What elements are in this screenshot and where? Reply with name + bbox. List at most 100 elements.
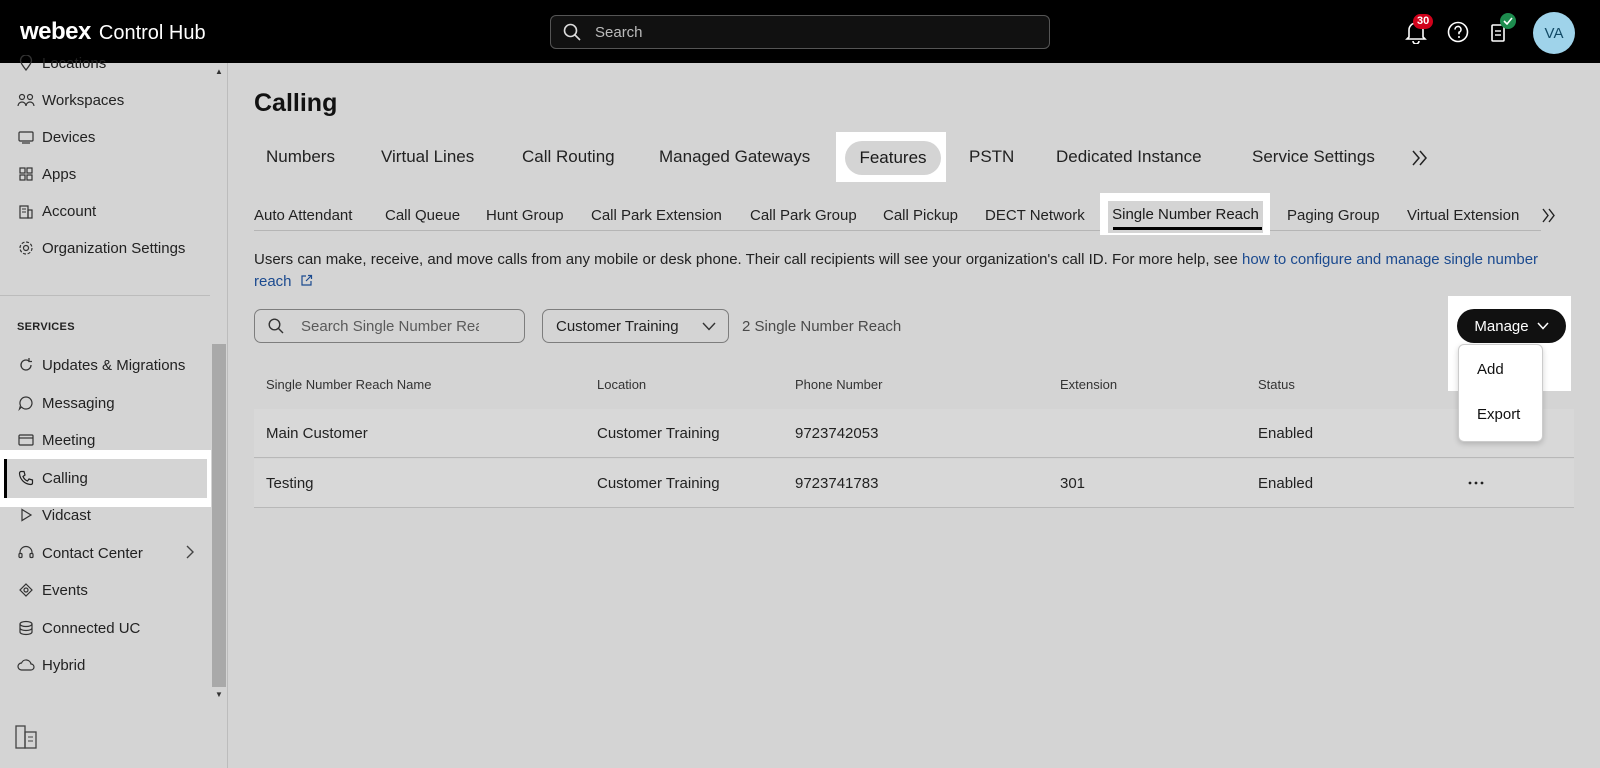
cell-extension: 301 [1060, 475, 1086, 492]
sidebar-item-hybrid[interactable]: Hybrid [0, 647, 207, 683]
meeting-icon [17, 431, 35, 449]
manage-button-label: Manage [1474, 317, 1529, 335]
menu-item-export[interactable]: Export [1477, 406, 1520, 423]
tab-virtual-lines[interactable]: Virtual Lines [381, 147, 474, 167]
sidebar-item-connected-uc[interactable]: Connected UC [0, 610, 207, 646]
subtab-dect-network[interactable]: DECT Network [985, 207, 1085, 224]
location-filter-select[interactable]: Customer Training [542, 309, 729, 343]
subtab-call-queue[interactable]: Call Queue [385, 207, 460, 224]
sidebar-item-updates-migrations[interactable]: Updates & Migrations [0, 347, 207, 383]
tab-features[interactable]: Features [845, 141, 941, 175]
tab-dedicated-instance[interactable]: Dedicated Instance [1056, 147, 1202, 167]
subtab-call-park-group[interactable]: Call Park Group [750, 207, 857, 224]
tab-numbers[interactable]: Numbers [266, 147, 335, 167]
global-search-input[interactable]: Search [550, 15, 1050, 49]
more-actions-icon[interactable] [1468, 481, 1484, 485]
sidebar-item-label: Messaging [42, 394, 115, 412]
description-text: Users can make, receive, and move calls … [254, 251, 1243, 268]
global-search-placeholder: Search [595, 23, 643, 41]
tab-service-settings[interactable]: Service Settings [1252, 147, 1375, 167]
sidebar-item-messaging[interactable]: Messaging [0, 385, 207, 421]
subtab-call-pickup[interactable]: Call Pickup [883, 207, 958, 224]
subtab-auto-attendant[interactable]: Auto Attendant [254, 207, 352, 224]
cloud-icon [17, 656, 35, 674]
cell-status: Enabled [1258, 475, 1314, 492]
manage-dropdown-menu: Add Export [1458, 344, 1543, 442]
table-row[interactable]: Main Customer Customer Training 97237420… [254, 409, 1574, 458]
more-tabs-icon[interactable] [1411, 150, 1429, 166]
subtab-virtual-extension[interactable]: Virtual Extension [1407, 207, 1519, 224]
subtab-divider [254, 230, 1541, 231]
sidebar-item-label: Locations [42, 54, 107, 72]
sidebar-divider [0, 295, 210, 296]
sidebar-item-label: Events [42, 581, 88, 599]
cell-name[interactable]: Testing [266, 475, 314, 492]
sidebar-item-workspaces[interactable]: Workspaces [0, 82, 207, 118]
stack-icon [17, 619, 35, 637]
search-icon [563, 23, 581, 41]
external-link-icon[interactable] [300, 274, 313, 287]
sidebar-item-apps[interactable]: Apps [0, 156, 207, 192]
services-section-label: SERVICES [17, 321, 75, 333]
sidebar-item-locations[interactable]: Locations [0, 45, 207, 81]
tab-managed-gateways[interactable]: Managed Gateways [659, 147, 810, 167]
tab-pstn[interactable]: PSTN [969, 147, 1014, 167]
sidebar-item-label: Devices [42, 128, 96, 146]
table-row[interactable]: Testing Customer Training 9723741783 301… [254, 459, 1574, 508]
collapse-sidebar-icon[interactable] [14, 724, 38, 750]
column-header-phone-number[interactable]: Phone Number [795, 377, 882, 392]
subtab-hunt-group[interactable]: Hunt Group [486, 207, 564, 224]
brand-logo[interactable]: webex Control Hub [20, 18, 206, 46]
top-bar: webex Control Hub Search 30 VA [0, 0, 1600, 63]
avatar[interactable]: VA [1533, 12, 1575, 54]
account-icon [17, 202, 35, 220]
column-header-location[interactable]: Location [597, 377, 646, 392]
sidebar-item-label: Meeting [42, 431, 96, 449]
snr-search-input[interactable]: Search Single Number Reach [254, 309, 525, 343]
sidebar-item-meeting[interactable]: Meeting [0, 422, 207, 458]
sidebar-item-calling[interactable]: Calling [0, 460, 207, 496]
sidebar-item-label: Vidcast [42, 506, 91, 524]
sidebar-item-organization-settings[interactable]: Organization Settings [0, 230, 207, 266]
more-subtabs-icon[interactable] [1541, 208, 1557, 223]
sidebar-item-label: Hybrid [42, 656, 86, 674]
cell-status: Enabled [1258, 425, 1314, 442]
sidebar-scroll-thumb[interactable] [212, 344, 226, 687]
sidebar-item-label: Calling [42, 469, 88, 487]
location-filter-value: Customer Training [556, 317, 679, 335]
column-header-name[interactable]: Single Number Reach Name [266, 377, 431, 392]
scroll-down-icon[interactable]: ▼ [215, 690, 223, 699]
gear-icon [17, 239, 35, 257]
search-icon [268, 318, 284, 334]
product-name: Control Hub [98, 22, 206, 44]
tab-call-routing[interactable]: Call Routing [522, 147, 615, 167]
sidebar-item-account[interactable]: Account [0, 193, 207, 229]
menu-item-add[interactable]: Add [1477, 361, 1504, 378]
sidebar-item-vidcast[interactable]: Vidcast [0, 497, 207, 533]
column-header-extension[interactable]: Extension [1060, 377, 1117, 392]
subtab-paging-group[interactable]: Paging Group [1287, 207, 1380, 224]
sidebar-item-contact-center[interactable]: Contact Center [0, 535, 207, 571]
sidebar-item-devices[interactable]: Devices [0, 119, 207, 155]
sidebar-item-label: Organization Settings [42, 239, 186, 257]
cell-phone-number: 9723741783 [795, 475, 879, 492]
cell-name[interactable]: Main Customer [266, 425, 368, 442]
location-icon [17, 54, 35, 72]
column-header-status[interactable]: Status [1258, 377, 1295, 392]
sidebar-item-label: Apps [42, 165, 77, 183]
manage-button[interactable]: Manage [1457, 309, 1566, 343]
active-subtab-indicator [1113, 227, 1262, 230]
cell-location: Customer Training [597, 425, 720, 442]
devices-icon [17, 128, 35, 146]
headset-icon [17, 544, 35, 562]
chevron-down-icon [702, 322, 716, 331]
sidebar-item-label: Contact Center [42, 544, 143, 562]
sidebar-item-label: Workspaces [42, 91, 125, 109]
description: Users can make, receive, and move calls … [254, 249, 1574, 293]
subtab-call-park-extension[interactable]: Call Park Extension [591, 207, 722, 224]
scroll-up-icon[interactable]: ▲ [215, 67, 223, 76]
page-title: Calling [254, 89, 338, 117]
sidebar-item-events[interactable]: Events [0, 572, 207, 608]
help-icon[interactable] [1447, 21, 1469, 43]
events-icon [17, 581, 35, 599]
